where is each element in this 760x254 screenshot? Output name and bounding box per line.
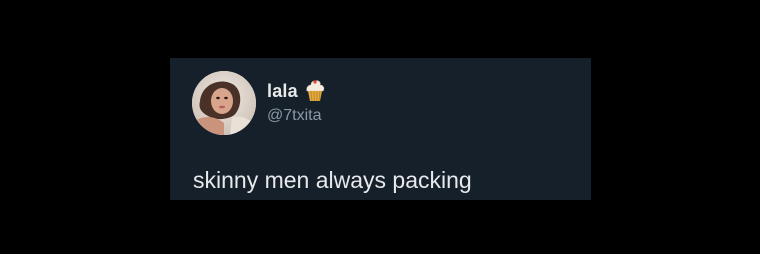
avatar[interactable] — [192, 71, 256, 135]
screenshot-stage: lala @7txita skinny men always packing — [0, 0, 760, 254]
cupcake-icon — [306, 80, 324, 102]
tweet-card[interactable]: lala @7txita skinny men always packing — [170, 58, 591, 200]
display-name-row: lala — [267, 78, 326, 104]
avatar-photo — [192, 71, 256, 135]
display-name[interactable]: lala — [267, 81, 298, 102]
user-handle[interactable]: @7txita — [267, 107, 321, 125]
tweet-text: skinny men always packing — [193, 167, 472, 193]
